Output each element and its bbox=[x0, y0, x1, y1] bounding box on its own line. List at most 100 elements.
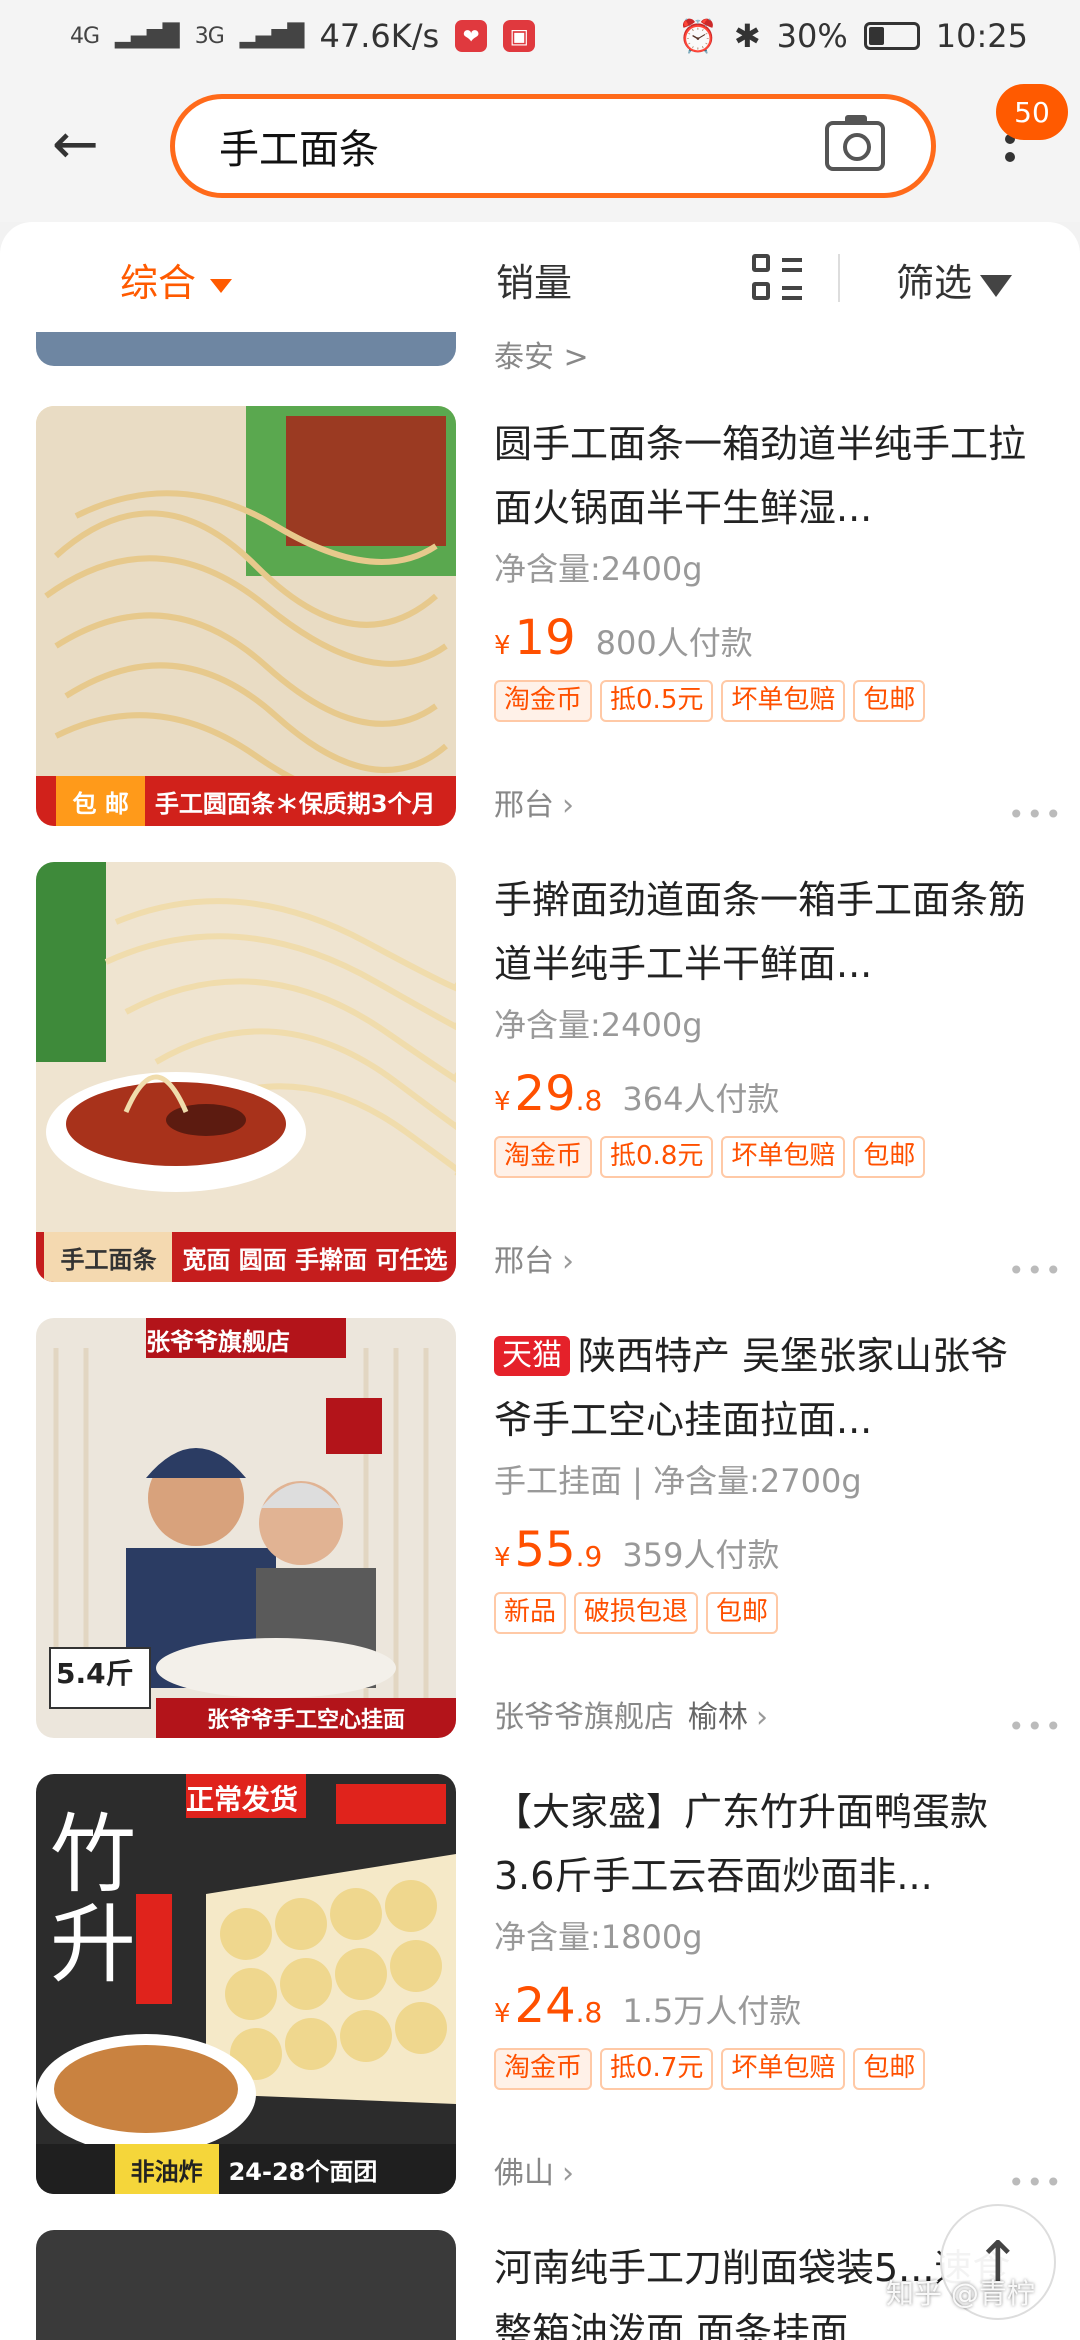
promo-tags: 淘金币 抵0.7元 坏单包赔 包邮 bbox=[494, 2048, 1034, 2090]
search-header: ← 手工面条 50 bbox=[0, 72, 1080, 222]
more-options-icon[interactable]: ••• bbox=[1008, 798, 1064, 831]
promo-tag: 淘金币 bbox=[494, 2048, 593, 2090]
battery-percent: 30% bbox=[776, 17, 848, 55]
product-image[interactable]: 包 邮 手工圆面条＊保质期3个月 bbox=[36, 406, 456, 826]
sales-count: 359人付款 bbox=[622, 1536, 780, 1574]
watermark: 知乎 @青柠 bbox=[886, 2277, 1035, 2310]
back-arrow-icon[interactable]: ← bbox=[52, 110, 112, 180]
more-options-icon[interactable]: ••• bbox=[1008, 1710, 1064, 1743]
location-text: 佛山 bbox=[494, 2156, 554, 2191]
shop-link[interactable]: 张爷爷旗舰店 榆林 › bbox=[494, 1692, 768, 1736]
chevron-right-icon: › bbox=[562, 1244, 574, 1279]
promo-tag: 包邮 bbox=[706, 1592, 779, 1634]
price-integer: 29 bbox=[514, 1066, 576, 1122]
location-link[interactable]: 邢台 › bbox=[494, 1236, 574, 1280]
product-card[interactable]: 手工面条 宽面 圆面 手擀面 可任选 手擀面劲道面条一箱手工面条筋道半纯手工半干… bbox=[0, 862, 1080, 1318]
previous-item-image[interactable] bbox=[36, 332, 456, 366]
price-row: ¥ 24 .8 1.5万人付款 bbox=[494, 1978, 1034, 2034]
search-query: 手工面条 bbox=[219, 127, 379, 173]
location-text: 邢台 bbox=[494, 1244, 554, 1279]
product-info[interactable]: 天猫 陕西特产 吴堡张家山张爷爷手工空心挂面拉面... 手工挂面 | 净含量:27… bbox=[494, 1324, 1034, 1634]
price-row: ¥ 29 .8 364人付款 bbox=[494, 1066, 1034, 1122]
location-link[interactable]: 佛山 › bbox=[494, 2148, 574, 2192]
more-options-icon[interactable]: ••• bbox=[1008, 1254, 1064, 1287]
filter-button[interactable]: 筛选 bbox=[896, 252, 1013, 307]
signal-bars-icon: ▂▄▆█ bbox=[239, 23, 305, 49]
svg-text:竹: 竹 bbox=[50, 1805, 136, 1905]
chevron-right-icon: › bbox=[562, 2156, 574, 2191]
price-decimal: .9 bbox=[575, 1540, 603, 1573]
price-integer: 24 bbox=[514, 1978, 576, 2034]
previous-item-location[interactable]: 泰安 > bbox=[494, 332, 589, 376]
more-options-icon[interactable]: ••• bbox=[1008, 2166, 1064, 2199]
product-title[interactable]: 手擀面劲道面条一箱手工面条筋道半纯手工半干鲜面... bbox=[494, 868, 1034, 996]
promo-tags: 淘金币 抵0.5元 坏单包赔 包邮 bbox=[494, 680, 1034, 722]
notification-app-icon: ❤ bbox=[455, 20, 488, 52]
currency-symbol: ¥ bbox=[494, 1999, 511, 2029]
banner-left-text: 非油炸 bbox=[114, 2144, 219, 2194]
more-menu-icon[interactable] bbox=[995, 134, 1025, 194]
product-info[interactable]: 圆手工面条一箱劲道半纯手工拉面火锅面半干生鲜湿... 净含量:2400g ¥ 1… bbox=[494, 412, 1034, 722]
promo-tag: 抵0.7元 bbox=[600, 2048, 714, 2090]
product-spec: 净含量:2400g bbox=[494, 550, 703, 588]
product-list[interactable]: 泰安 > 包 邮 手工圆面条＊保质期3个月 圆手工面条一箱劲道半纯手工拉面火锅面… bbox=[0, 332, 1080, 2340]
product-info[interactable]: 手擀面劲道面条一箱手工面条筋道半纯手工半干鲜面... 净含量:2400g ¥ 2… bbox=[494, 868, 1034, 1178]
product-title[interactable]: 【大家盛】广东竹升面鸭蛋款3.6斤手工云吞面炒面非... bbox=[494, 1780, 1034, 1908]
camera-icon[interactable] bbox=[825, 115, 885, 171]
top-label: 正常发货 bbox=[186, 1783, 299, 1816]
image-banner: 手工面条 宽面 圆面 手擀面 可任选 bbox=[36, 1232, 456, 1282]
price-decimal: .8 bbox=[575, 1996, 603, 2029]
price-integer: 19 bbox=[514, 610, 576, 666]
promo-tag: 抵0.5元 bbox=[600, 680, 714, 722]
tmall-badge: 天猫 bbox=[494, 1336, 570, 1376]
list-view-toggle-icon[interactable] bbox=[752, 254, 804, 304]
bluetooth-icon: ✱ bbox=[733, 17, 761, 55]
price-decimal: .8 bbox=[575, 1084, 603, 1117]
promo-tag: 抵0.8元 bbox=[600, 1136, 714, 1178]
product-info[interactable]: 【大家盛】广东竹升面鸭蛋款3.6斤手工云吞面炒面非... 净含量:1800g ¥… bbox=[494, 1780, 1034, 2090]
product-title[interactable]: 天猫 陕西特产 吴堡张家山张爷爷手工空心挂面拉面... bbox=[494, 1324, 1034, 1452]
product-image[interactable]: 竹 升 正常发货 非油炸 24-28个面团 bbox=[36, 1774, 456, 2194]
promo-tags: 淘金币 抵0.8元 坏单包赔 包邮 bbox=[494, 1136, 1034, 1178]
product-card[interactable]: 张爷爷旗舰店 5.4斤 张爷爷手工空心挂面 天猫 陕西特产 吴堡张家山张爷爷手工空… bbox=[0, 1318, 1080, 1774]
product-image[interactable]: 手工面条 宽面 圆面 手擀面 可任选 bbox=[36, 862, 456, 1282]
promo-tags: 新品 破损包退 包邮 bbox=[494, 1592, 1034, 1634]
weight-label: 5.4斤 bbox=[56, 1657, 134, 1690]
signal-icon-4g: 4G bbox=[70, 23, 100, 49]
product-image[interactable]: 张爷爷旗舰店 5.4斤 张爷爷手工空心挂面 bbox=[36, 1318, 456, 1738]
network-speed: 47.6K/s bbox=[319, 17, 440, 55]
sort-tab-comprehensive[interactable]: 综合 bbox=[120, 252, 233, 307]
promo-tag: 包邮 bbox=[853, 2048, 926, 2090]
currency-symbol: ¥ bbox=[494, 1543, 511, 1573]
banner-right-text: 张爷爷手工空心挂面 bbox=[206, 1708, 405, 1733]
divider bbox=[838, 254, 840, 302]
product-spec: 手工挂面 | 净含量:2700g bbox=[494, 1462, 862, 1500]
battery-icon bbox=[863, 22, 920, 50]
location-link[interactable]: 邢台 › bbox=[494, 780, 574, 824]
product-card[interactable]: 竹 升 正常发货 非油炸 24-28个面团 【大家盛】广东竹升面鸭蛋款3.6斤手… bbox=[0, 1774, 1080, 2230]
currency-symbol: ¥ bbox=[494, 1087, 511, 1117]
caret-down-icon bbox=[210, 278, 233, 293]
product-card[interactable]: 包 邮 手工圆面条＊保质期3个月 圆手工面条一箱劲道半纯手工拉面火锅面半干生鲜湿… bbox=[0, 406, 1080, 862]
sort-tab-sales[interactable]: 销量 bbox=[496, 252, 572, 307]
promo-tag: 坏单包赔 bbox=[721, 680, 846, 722]
image-banner: 张爷爷手工空心挂面 bbox=[156, 1698, 456, 1738]
product-image[interactable] bbox=[36, 2230, 456, 2340]
promo-tag: 坏单包赔 bbox=[721, 2048, 846, 2090]
price-row: ¥ 55 .9 359人付款 bbox=[494, 1522, 1034, 1578]
sort-bar: 综合 销量 筛选 bbox=[0, 222, 1080, 332]
signal-icon-3g: 3G bbox=[194, 23, 225, 49]
promo-tag: 新品 bbox=[494, 1592, 567, 1634]
banner-right-text: 手工圆面条＊保质期3个月 bbox=[154, 789, 436, 818]
svg-text:升: 升 bbox=[50, 1895, 136, 1995]
banner-left-text: 手工面条 bbox=[44, 1232, 173, 1282]
price-row: ¥ 19 800人付款 bbox=[494, 610, 1034, 666]
sales-count: 364人付款 bbox=[622, 1080, 780, 1118]
location-text: 榆林 bbox=[688, 1700, 748, 1735]
promo-tag: 淘金币 bbox=[494, 680, 593, 722]
banner-right-text: 24-28个面团 bbox=[228, 2157, 378, 2186]
promo-tag: 淘金币 bbox=[494, 1136, 593, 1178]
chevron-right-icon: › bbox=[562, 788, 574, 823]
search-input[interactable]: 手工面条 bbox=[170, 94, 936, 198]
product-title[interactable]: 圆手工面条一箱劲道半纯手工拉面火锅面半干生鲜湿... bbox=[494, 412, 1034, 540]
